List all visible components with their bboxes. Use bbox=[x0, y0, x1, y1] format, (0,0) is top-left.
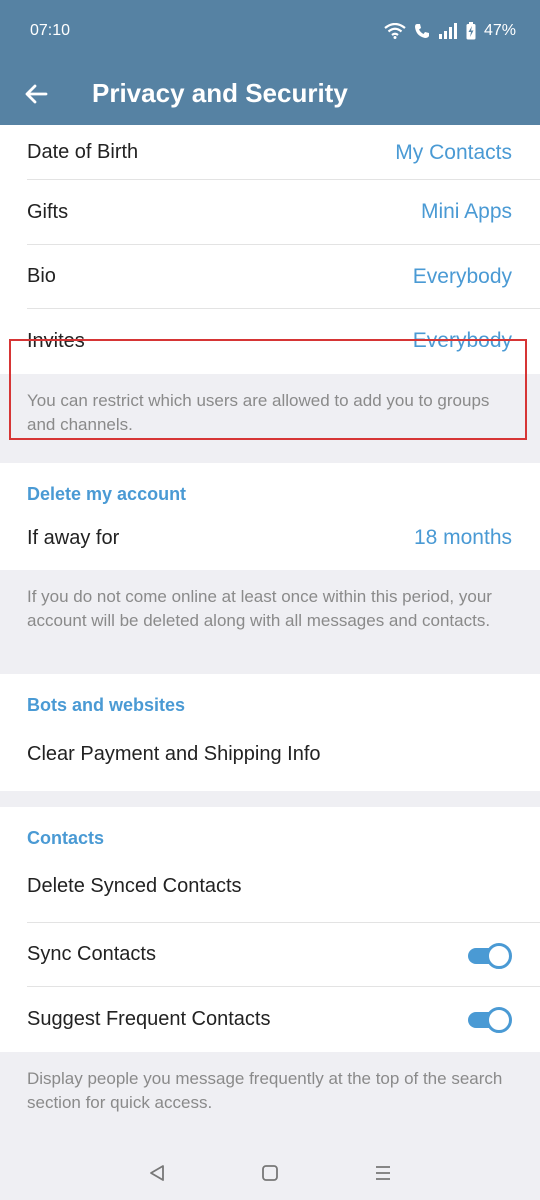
row-value: Mini Apps bbox=[420, 200, 512, 224]
triangle-back-icon bbox=[149, 1164, 164, 1181]
toggle-knob bbox=[486, 942, 512, 969]
bots-header: Bots and websites bbox=[27, 694, 186, 715]
nav-home-button[interactable] bbox=[250, 1153, 290, 1193]
page-title: Privacy and Security bbox=[92, 78, 348, 108]
wifi-icon bbox=[384, 23, 406, 39]
suggest-frequent-row[interactable]: Suggest Frequent Contacts bbox=[0, 987, 540, 1052]
square-home-icon bbox=[262, 1164, 278, 1181]
section-gap bbox=[0, 790, 540, 807]
sync-contacts-row[interactable]: Sync Contacts bbox=[0, 923, 540, 988]
bio-row[interactable]: Bio Everybody bbox=[0, 245, 540, 310]
status-icons: 47% bbox=[384, 22, 516, 40]
row-label: If away for bbox=[27, 526, 120, 549]
date-of-birth-row[interactable]: Date of Birth My Contacts bbox=[0, 125, 540, 180]
app-bar: Privacy and Security bbox=[0, 62, 540, 125]
status-time: 07:10 bbox=[30, 22, 71, 39]
status-bar: 07:10 47% bbox=[0, 0, 540, 62]
clear-payment-row[interactable]: Clear Payment and Shipping Info bbox=[0, 718, 540, 791]
toggle-knob bbox=[486, 1007, 512, 1034]
back-button[interactable] bbox=[0, 62, 72, 125]
away-period-row[interactable]: If away for 18 months bbox=[0, 507, 540, 570]
battery-charging-icon bbox=[466, 22, 476, 40]
battery-percent: 47% bbox=[483, 22, 516, 39]
invites-note: You can restrict which users are allowed… bbox=[0, 373, 540, 463]
delete-account-note: If you do not come online at least once … bbox=[0, 569, 540, 674]
row-value: Everybody bbox=[412, 264, 512, 288]
row-label: Suggest Frequent Contacts bbox=[27, 1007, 271, 1030]
row-label: Clear Payment and Shipping Info bbox=[27, 742, 321, 765]
arrow-left-icon bbox=[25, 84, 48, 103]
call-icon bbox=[414, 24, 429, 38]
gifts-row[interactable]: Gifts Mini Apps bbox=[0, 180, 540, 245]
menu-lines-icon bbox=[376, 1165, 391, 1180]
privacy-section: Date of Birth My Contacts Gifts Mini App… bbox=[0, 125, 540, 374]
row-value: Everybody bbox=[412, 329, 512, 353]
delete-account-section: Delete my account If away for 18 months bbox=[0, 462, 540, 570]
nav-menu-button[interactable] bbox=[363, 1153, 403, 1193]
bots-section: Bots and websites Clear Payment and Ship… bbox=[0, 673, 540, 791]
row-value: My Contacts bbox=[395, 140, 512, 164]
row-label: Sync Contacts bbox=[27, 943, 156, 966]
contacts-note: Display people you message frequently at… bbox=[0, 1051, 540, 1140]
delete-account-header: Delete my account bbox=[27, 483, 187, 504]
invites-row[interactable]: Invites Everybody bbox=[0, 309, 540, 374]
signal-icon bbox=[438, 23, 457, 39]
delete-synced-row[interactable]: Delete Synced Contacts bbox=[0, 851, 540, 923]
row-value: 18 months bbox=[413, 526, 512, 549]
row-label: Bio bbox=[27, 265, 56, 288]
contacts-header: Contacts bbox=[27, 827, 105, 848]
sync-contacts-toggle[interactable] bbox=[466, 942, 512, 969]
system-nav-bar bbox=[0, 1145, 540, 1200]
nav-back-button[interactable] bbox=[137, 1153, 177, 1193]
settings-list[interactable]: Date of Birth My Contacts Gifts Mini App… bbox=[0, 125, 540, 1145]
row-label: Invites bbox=[27, 329, 85, 352]
contacts-section: Contacts Delete Synced Contacts Sync Con… bbox=[0, 806, 540, 1052]
row-label: Gifts bbox=[27, 200, 69, 223]
suggest-frequent-toggle[interactable] bbox=[466, 1007, 512, 1034]
row-label: Delete Synced Contacts bbox=[27, 875, 242, 897]
row-label: Date of Birth bbox=[27, 141, 139, 163]
